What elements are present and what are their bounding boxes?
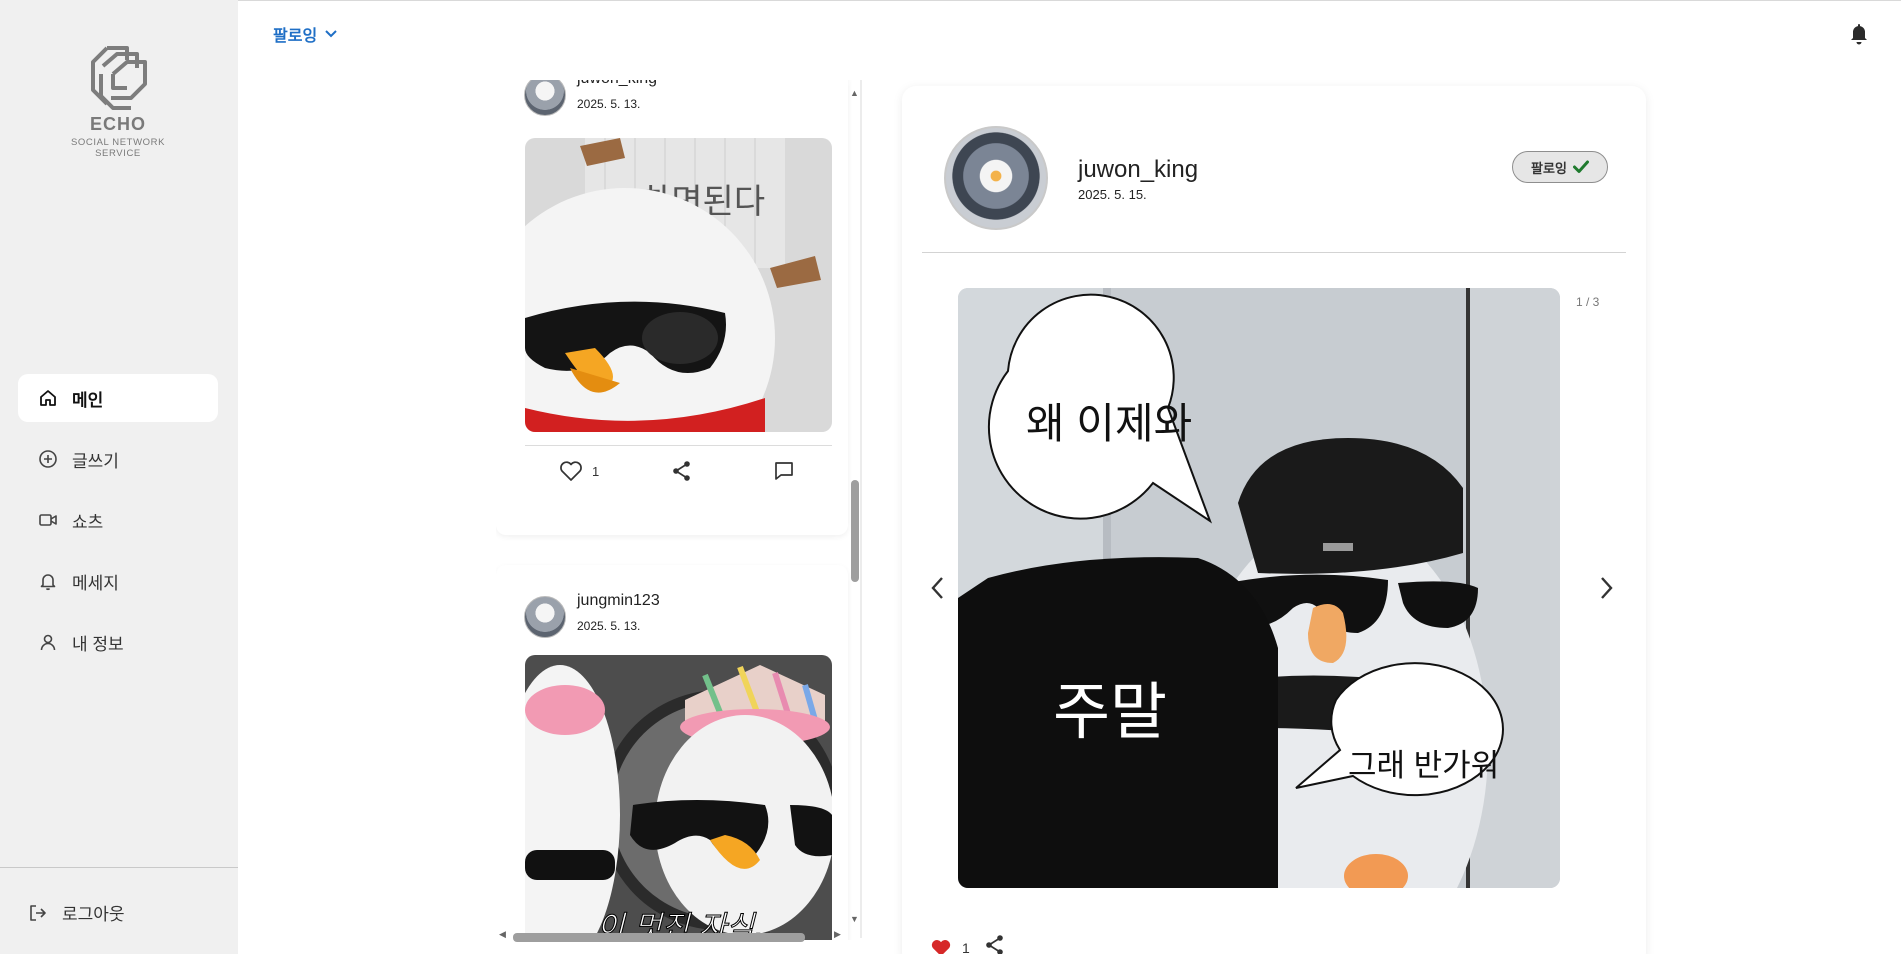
check-icon (1572, 160, 1589, 173)
notification-bell-icon[interactable] (1849, 23, 1869, 50)
speech-bubble-text-1: 왜 이제와 (1026, 400, 1192, 447)
feed-scrollbar-track (860, 80, 862, 938)
post-date: 2025. 5. 13. (577, 97, 641, 111)
post-actions: 1 (525, 458, 832, 488)
app-logo[interactable]: ECHO SOCIAL NETWORK SERVICE (48, 44, 188, 159)
post-date: 2025. 5. 15. (1078, 187, 1147, 202)
comment-icon (775, 462, 793, 480)
home-icon (38, 388, 58, 408)
share-icon (985, 935, 1003, 954)
author-avatar[interactable] (944, 126, 1048, 230)
following-button[interactable]: 팔로잉 (1512, 151, 1608, 183)
heart-outline-icon (560, 461, 582, 481)
avatar[interactable] (524, 596, 566, 638)
comment-button[interactable] (773, 460, 795, 482)
scroll-right-arrow-icon[interactable]: ▶ (834, 929, 841, 940)
detail-divider (922, 252, 1626, 253)
nav-item-label: 메세지 (72, 573, 119, 593)
post-header: jungmin123 2025. 5. 13. (524, 592, 660, 638)
like-button[interactable]: 1 (930, 938, 970, 954)
post-header: juwon_king 2025. 5. 13. (524, 80, 657, 116)
echo-logo-icon (91, 46, 147, 110)
post-divider (525, 445, 832, 446)
image-caption: 주말 (1053, 675, 1167, 748)
chevron-right-icon (1601, 577, 1613, 599)
scroll-up-arrow-icon[interactable]: ▲ (850, 88, 859, 98)
feed-list: juwon_king 2025. 5. 13. 하면된다 (496, 80, 862, 940)
chevron-left-icon (931, 577, 943, 599)
feed-post-card[interactable]: jungmin123 2025. 5. 13. 이 멋진 자식.. (496, 565, 848, 940)
plus-circle-icon (38, 449, 58, 469)
logout-button[interactable]: 로그아웃 (28, 900, 125, 925)
logout-label: 로그아웃 (62, 905, 125, 924)
top-border (238, 0, 1901, 1)
share-button[interactable] (671, 460, 693, 482)
post-image[interactable]: 이 멋진 자식.. (525, 655, 832, 940)
nav-item-main[interactable]: 메인 (18, 374, 218, 422)
feed-post-card[interactable]: juwon_king 2025. 5. 13. 하면된다 (496, 80, 848, 535)
logo-title: ECHO (89, 114, 146, 134)
post-username[interactable]: jungmin123 (577, 592, 660, 610)
scroll-down-arrow-icon[interactable]: ▼ (850, 914, 859, 924)
sidebar-divider (0, 867, 238, 868)
bell-outline-icon (38, 571, 58, 591)
post-date: 2025. 5. 13. (577, 619, 641, 633)
prev-image-button[interactable] (930, 576, 946, 605)
next-image-button[interactable] (1598, 576, 1614, 605)
post-username[interactable]: juwon_king (577, 80, 657, 88)
nav-item-messages[interactable]: 메세지 (18, 557, 218, 605)
post-main-image[interactable]: 주말 왜 이제와 그래 반가워 (958, 288, 1560, 888)
feed-scrollbar-thumb[interactable] (851, 480, 859, 582)
post-detail-panel: juwon_king 2025. 5. 15. 팔로잉 1 / 3 주말 왜 이… (902, 86, 1646, 954)
feed-filter-label: 팔로잉 (273, 28, 318, 45)
nav-item-write[interactable]: 글쓰기 (18, 435, 218, 483)
nav-item-shorts[interactable]: 쇼츠 (18, 496, 218, 544)
nav-item-label: 쇼츠 (72, 512, 104, 532)
logout-icon (28, 903, 48, 923)
nav-item-label: 내 정보 (72, 634, 124, 654)
main-nav: 메인 글쓰기 쇼츠 메세지 내 정보 (18, 374, 218, 679)
sidebar: ECHO SOCIAL NETWORK SERVICE 메인 글쓰기 쇼츠 메세… (0, 0, 238, 954)
speech-bubble-text-2: 그래 반가워 (1348, 748, 1499, 783)
like-button[interactable]: 1 (559, 460, 599, 482)
like-count: 1 (962, 939, 970, 954)
share-icon (673, 461, 690, 481)
scroll-left-arrow-icon[interactable]: ◀ (499, 929, 506, 940)
nav-item-label: 메인 (72, 390, 104, 410)
detail-actions: 1 (930, 934, 1006, 954)
image-counter: 1 / 3 (1576, 295, 1600, 309)
feed-horizontal-scrollbar-thumb[interactable] (513, 933, 805, 942)
heart-filled-icon (931, 939, 951, 954)
logo-subtitle: SOCIAL NETWORK SERVICE (70, 137, 166, 159)
avatar[interactable] (524, 80, 566, 116)
chevron-down-icon (325, 30, 337, 38)
nav-item-profile[interactable]: 내 정보 (18, 618, 218, 666)
author-username[interactable]: juwon_king (1078, 156, 1198, 184)
following-label: 팔로잉 (1531, 160, 1567, 176)
user-icon (38, 632, 58, 652)
video-icon (38, 510, 58, 530)
like-count: 1 (592, 463, 600, 479)
share-button[interactable] (984, 934, 1006, 954)
feed-filter-dropdown[interactable]: 팔로잉 (273, 22, 337, 46)
nav-item-label: 글쓰기 (72, 451, 119, 471)
post-image[interactable]: 하면된다 (525, 138, 832, 432)
